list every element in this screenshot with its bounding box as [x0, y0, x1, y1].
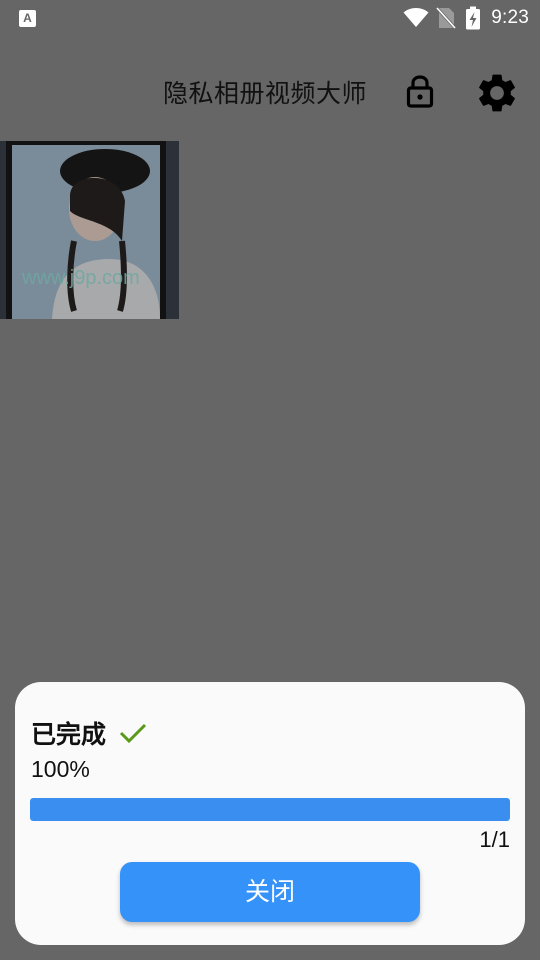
progress-bar-fill: [30, 798, 510, 821]
progress-dialog: 已完成 100% 1/1 关闭: [15, 682, 525, 945]
photo-thumbnail[interactable]: www.j9p.com: [0, 141, 179, 319]
progress-bar: [30, 798, 510, 821]
lock-button[interactable]: [402, 72, 438, 112]
dialog-title: 已完成: [31, 720, 107, 749]
app-title: 隐私相册视频大师: [163, 79, 368, 108]
dialog-title-row: 已完成: [31, 715, 148, 751]
status-time: 9:23: [491, 7, 529, 28]
progress-count: 1/1: [479, 827, 510, 852]
status-bar: A 9:23: [0, 0, 540, 36]
lock-icon: [406, 75, 434, 108]
close-button[interactable]: 关闭: [120, 862, 420, 922]
status-icons: 9:23: [403, 6, 529, 30]
battery-charging-icon: [466, 6, 481, 30]
app-header: 隐私相册视频大师: [0, 60, 540, 124]
gear-icon: [479, 74, 515, 112]
wifi-icon: [403, 8, 429, 27]
check-icon: [119, 723, 147, 744]
notification-app-icon: A: [19, 10, 36, 27]
progress-percent: 100%: [31, 756, 90, 782]
thumbnail-watermark: www.j9p.com: [22, 267, 140, 289]
settings-button[interactable]: [474, 70, 520, 116]
photo-image: [0, 141, 179, 319]
no-sim-icon: [436, 6, 457, 30]
